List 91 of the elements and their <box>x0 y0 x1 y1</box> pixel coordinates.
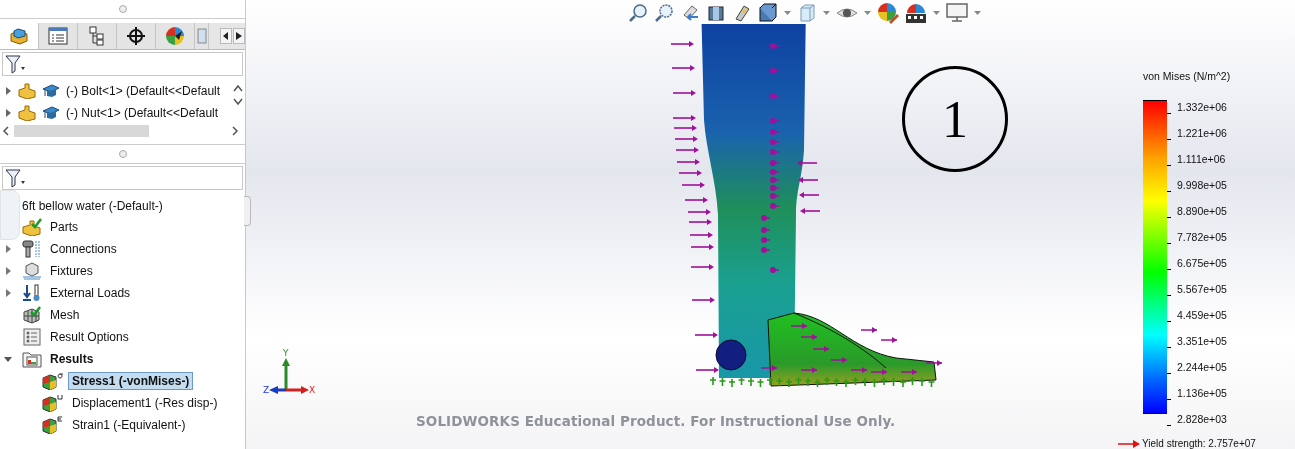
checked-part-icon <box>22 218 42 236</box>
crosshair-icon <box>126 26 146 46</box>
legend-value: 9.998e+05 <box>1177 179 1227 191</box>
expand-caret-icon[interactable] <box>4 289 12 297</box>
options-list-icon <box>22 328 42 346</box>
list-icon <box>48 27 68 45</box>
scroll-right-button[interactable] <box>233 28 245 44</box>
yield-strength-label: Yield strength: 2.757e+07 <box>1142 438 1256 449</box>
legend-value: 4.459e+05 <box>1177 309 1227 321</box>
axis-label: Z <box>263 385 270 395</box>
axis-label: X <box>309 385 316 395</box>
tree-item-label[interactable]: Results <box>46 350 98 368</box>
tree-item-label[interactable]: Displacement1 (-Res disp-) <box>68 394 222 412</box>
strain-plot-icon <box>42 416 64 434</box>
dropdown-caret-icon[interactable] <box>823 11 830 15</box>
filter-field[interactable] <box>2 166 243 190</box>
caret-left-icon <box>223 32 229 40</box>
dropdown-caret-icon[interactable] <box>784 11 791 15</box>
zoom-area-icon[interactable] <box>654 3 674 23</box>
color-wheel-icon <box>165 26 185 46</box>
results-folder-icon <box>22 350 42 368</box>
scene-icon[interactable] <box>905 2 927 24</box>
axis-label: Y <box>283 348 289 358</box>
scroll-left-icon[interactable] <box>2 126 10 136</box>
part-icon <box>18 83 36 99</box>
zoom-to-fit-icon[interactable] <box>628 3 648 23</box>
dropdown-caret-icon[interactable] <box>864 11 871 15</box>
educational-notice: SOLIDWORKS Educational Product. For Instructional Use Only. <box>416 413 896 429</box>
legend-value: 1.332e+06 <box>1177 101 1227 113</box>
legend-value: 6.675e+05 <box>1177 257 1227 269</box>
tree-item-label[interactable]: Strain1 (-Equivalent-) <box>68 416 190 434</box>
caret-right-icon <box>236 32 242 40</box>
legend-value: 2.828e+03 <box>1177 413 1227 425</box>
tree-item-label[interactable]: Fixtures <box>46 262 97 280</box>
expand-caret-icon[interactable] <box>4 355 12 363</box>
fixture-icon <box>22 262 42 280</box>
part-icon <box>9 26 29 46</box>
dropdown-caret-icon[interactable] <box>974 11 981 15</box>
tree-item-label[interactable]: Connections <box>46 240 121 258</box>
part-icon <box>18 105 36 121</box>
legend-value: 1.221e+06 <box>1177 127 1227 139</box>
edit-appearance-icon[interactable] <box>877 2 899 24</box>
legend-value: 1.136e+05 <box>1177 387 1227 399</box>
displacement-plot-icon <box>42 394 64 412</box>
tree-item-label[interactable]: External Loads <box>46 284 135 302</box>
legend-value: 8.890e+05 <box>1177 205 1227 217</box>
graduation-cap-icon <box>42 105 60 121</box>
callout-number: 1 <box>902 66 1008 172</box>
yield-arrow-icon <box>1118 439 1140 448</box>
stress-plot-icon <box>42 372 64 390</box>
legend-value: 3.351e+05 <box>1177 335 1227 347</box>
filter-icon <box>5 54 27 74</box>
expand-caret-icon[interactable] <box>4 267 12 275</box>
splitter-handle[interactable] <box>118 150 127 158</box>
tree-item-label[interactable]: (-) Bolt<1> (Default<<Default <box>66 84 221 98</box>
bolt-icon <box>22 240 42 258</box>
expand-caret-icon[interactable] <box>4 87 12 95</box>
view-orientation-icon[interactable] <box>758 3 778 23</box>
section-view-icon[interactable] <box>706 3 726 23</box>
scrollbar-thumb[interactable] <box>14 125 149 137</box>
axis-triad-drawing <box>269 358 309 394</box>
tree-item-label[interactable]: Mesh <box>46 306 84 324</box>
scroll-down-icon[interactable] <box>233 98 243 106</box>
dropdown-caret-icon[interactable] <box>933 11 940 15</box>
panel-icon <box>196 28 207 44</box>
tree-item-label[interactable]: Stress1 (-vonMises-) <box>68 372 194 390</box>
tree-item-label[interactable]: Result Options <box>46 328 133 346</box>
mesh-icon <box>22 306 42 324</box>
filter-field[interactable] <box>2 52 243 76</box>
monitor-icon[interactable] <box>946 3 968 23</box>
legend-title: von Mises (N/m^2) <box>1142 70 1232 82</box>
tree-root-label[interactable]: 6ft bellow water (-Default-) <box>0 196 245 216</box>
expand-caret-icon[interactable] <box>4 245 12 253</box>
legend-value: 5.567e+05 <box>1177 283 1227 295</box>
legend-value: 1.111e+06 <box>1177 153 1226 165</box>
scroll-right-icon[interactable] <box>231 126 239 136</box>
legend-value: 7.782e+05 <box>1177 231 1227 243</box>
hierarchy-icon <box>88 26 106 46</box>
flyout-handle[interactable] <box>0 190 20 240</box>
graduation-cap-icon <box>42 83 60 99</box>
filter-icon <box>5 168 27 188</box>
tree-item-label[interactable]: (-) Nut<1> (Default<<Default <box>66 106 219 120</box>
expand-caret-icon[interactable] <box>4 109 12 117</box>
splitter-handle[interactable] <box>118 5 127 13</box>
dynamic-annotation-icon[interactable] <box>732 3 752 23</box>
panel-collapse-handle[interactable] <box>244 196 251 226</box>
scroll-left-button[interactable] <box>220 28 232 44</box>
tree-item-label[interactable]: Parts <box>46 218 82 236</box>
legend-value: 2.244e+05 <box>1177 361 1227 373</box>
scroll-up-icon[interactable] <box>233 84 243 92</box>
load-thermometer-icon <box>22 284 42 302</box>
